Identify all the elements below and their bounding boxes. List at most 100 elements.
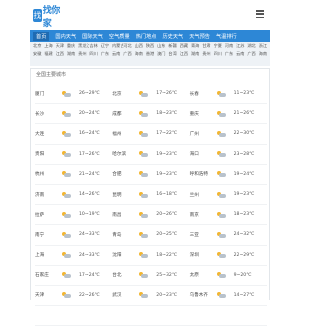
city-name[interactable]: 杭州: [35, 171, 62, 177]
city-name[interactable]: 台北: [112, 272, 139, 278]
city-name[interactable]: 福州: [112, 131, 139, 137]
city-name[interactable]: 南宁: [35, 232, 62, 238]
province-link[interactable]: 台湾: [168, 51, 179, 57]
city-weather-item[interactable]: 台北 25~32℃: [112, 272, 189, 279]
province-link[interactable]: 甘肃: [202, 43, 213, 49]
hamburger-icon[interactable]: [256, 10, 264, 18]
province-link[interactable]: 浙江: [259, 43, 270, 49]
province-link[interactable]: 辽宁: [101, 43, 112, 49]
city-weather-item[interactable]: 成都 18~23℃: [112, 110, 189, 117]
city-weather-item[interactable]: 沈阳 18~22℃: [112, 252, 189, 259]
city-name[interactable]: 兰州: [190, 192, 217, 198]
city-weather-item[interactable]: 青岛 20~25℃: [112, 231, 189, 238]
city-weather-item[interactable]: 合肥 19~23℃: [112, 171, 189, 178]
city-name[interactable]: 南昌: [112, 212, 139, 218]
city-weather-item[interactable]: 三亚 24~32℃: [190, 231, 267, 238]
city-weather-item[interactable]: 南昌 20~26℃: [112, 211, 189, 218]
city-name[interactable]: 上海: [35, 252, 62, 258]
city-name[interactable]: 广州: [190, 131, 217, 137]
province-link[interactable]: 重庆: [67, 43, 78, 49]
province-link[interactable]: 海南: [259, 51, 270, 57]
province-link[interactable]: 云南: [112, 51, 123, 57]
city-weather-item[interactable]: 重庆 21~26℃: [190, 110, 267, 117]
city-name[interactable]: 大连: [35, 131, 62, 137]
city-name[interactable]: 昆明: [112, 192, 139, 198]
province-link[interactable]: 青海: [191, 43, 202, 49]
city-weather-item[interactable]: 乌鲁木齐 14~27℃: [190, 292, 267, 299]
province-link[interactable]: 山西: [135, 43, 146, 49]
city-name[interactable]: 拉萨: [35, 212, 62, 218]
province-link[interactable]: 河南: [225, 43, 236, 49]
province-link[interactable]: 广东: [225, 51, 236, 57]
city-weather-item[interactable]: 太原 9~20℃: [190, 272, 267, 279]
nav-item-temp-ranking[interactable]: 气温排行: [216, 33, 237, 40]
city-name[interactable]: 成都: [112, 111, 139, 117]
city-name[interactable]: 武汉: [112, 292, 139, 298]
nav-item-international[interactable]: 国际天气: [82, 33, 103, 40]
province-link[interactable]: 贵州: [202, 51, 213, 57]
city-weather-item[interactable]: 武汉 20~23℃: [112, 292, 189, 299]
city-weather-item[interactable]: 石家庄 17~24℃: [35, 272, 112, 279]
city-weather-item[interactable]: 福州 17~22℃: [112, 130, 189, 137]
city-name[interactable]: 哈尔滨: [112, 151, 139, 157]
city-name[interactable]: 长春: [190, 91, 217, 97]
province-link[interactable]: 广东: [101, 51, 112, 57]
province-link[interactable]: 山东: [157, 43, 168, 49]
province-link[interactable]: 宁夏: [214, 43, 225, 49]
city-name[interactable]: 乌鲁木齐: [190, 292, 217, 298]
city-name[interactable]: 贵阳: [35, 151, 62, 157]
city-weather-item[interactable]: 长春 11~23℃: [190, 90, 267, 97]
nav-item-hot-places[interactable]: 热门地点: [136, 33, 157, 40]
city-name[interactable]: 三亚: [190, 232, 217, 238]
city-weather-item[interactable]: 上海 24~33℃: [35, 252, 112, 259]
city-weather-item[interactable]: 深圳 22~29℃: [190, 252, 267, 259]
nav-item-home[interactable]: 首页: [33, 31, 50, 41]
province-link[interactable]: 内蒙古: [112, 43, 123, 49]
city-weather-item[interactable]: 兰州 19~23℃: [190, 191, 267, 198]
city-name[interactable]: 天津: [35, 292, 62, 298]
province-link[interactable]: 河北: [123, 43, 134, 49]
province-link[interactable]: 北京: [33, 43, 44, 49]
city-name[interactable]: 长沙: [35, 111, 62, 117]
city-weather-item[interactable]: 北京 17~26℃: [112, 90, 189, 97]
province-link[interactable]: 江西: [180, 51, 191, 57]
province-link[interactable]: 江西: [56, 51, 67, 57]
city-name[interactable]: 海口: [190, 151, 217, 157]
province-link[interactable]: 香港: [146, 51, 157, 57]
province-link[interactable]: 四川: [89, 51, 100, 57]
site-logo[interactable]: 找 找你家: [33, 6, 63, 29]
city-name[interactable]: 北京: [112, 91, 139, 97]
city-name[interactable]: 济南: [35, 192, 62, 198]
province-link[interactable]: 湖南: [67, 51, 78, 57]
city-name[interactable]: 深圳: [190, 252, 217, 258]
province-link[interactable]: 天津: [56, 43, 67, 49]
city-weather-item[interactable]: 南宁 24~33℃: [35, 231, 112, 238]
city-weather-item[interactable]: 贵阳 17~26℃: [35, 151, 112, 158]
city-name[interactable]: 南京: [190, 212, 217, 218]
province-link[interactable]: 吉林: [89, 43, 100, 49]
province-link[interactable]: 黑龙江: [78, 43, 89, 49]
city-name[interactable]: 太原: [190, 272, 217, 278]
province-link[interactable]: 广西: [247, 51, 258, 57]
city-weather-item[interactable]: 广州 22~30℃: [190, 130, 267, 137]
city-name[interactable]: 青岛: [112, 232, 139, 238]
city-name[interactable]: 石家庄: [35, 272, 62, 278]
nav-item-air-quality[interactable]: 空气质量: [109, 33, 130, 40]
city-weather-item[interactable]: 厦门 26~29℃: [35, 90, 112, 97]
city-weather-item[interactable]: 哈尔滨 19~23℃: [112, 151, 189, 158]
city-weather-item[interactable]: 长沙 20~24℃: [35, 110, 112, 117]
province-link[interactable]: 海南: [135, 51, 146, 57]
city-weather-item[interactable]: 拉萨 10~19℃: [35, 211, 112, 218]
city-weather-item[interactable]: 海口 23~28℃: [190, 151, 267, 158]
city-weather-item[interactable]: 呼和浩特 19~24℃: [190, 171, 267, 178]
province-link[interactable]: 四川: [214, 51, 225, 57]
city-weather-item[interactable]: 杭州 21~24℃: [35, 171, 112, 178]
province-link[interactable]: 陕西: [146, 43, 157, 49]
city-name[interactable]: 重庆: [190, 111, 217, 117]
city-weather-item[interactable]: 南京 18~23℃: [190, 211, 267, 218]
province-link[interactable]: 新疆: [168, 43, 179, 49]
province-link[interactable]: 云南: [236, 51, 247, 57]
city-weather-item[interactable]: 天津 22~26℃: [35, 292, 112, 299]
province-link[interactable]: 西藏: [180, 43, 191, 49]
province-link[interactable]: 广西: [123, 51, 134, 57]
